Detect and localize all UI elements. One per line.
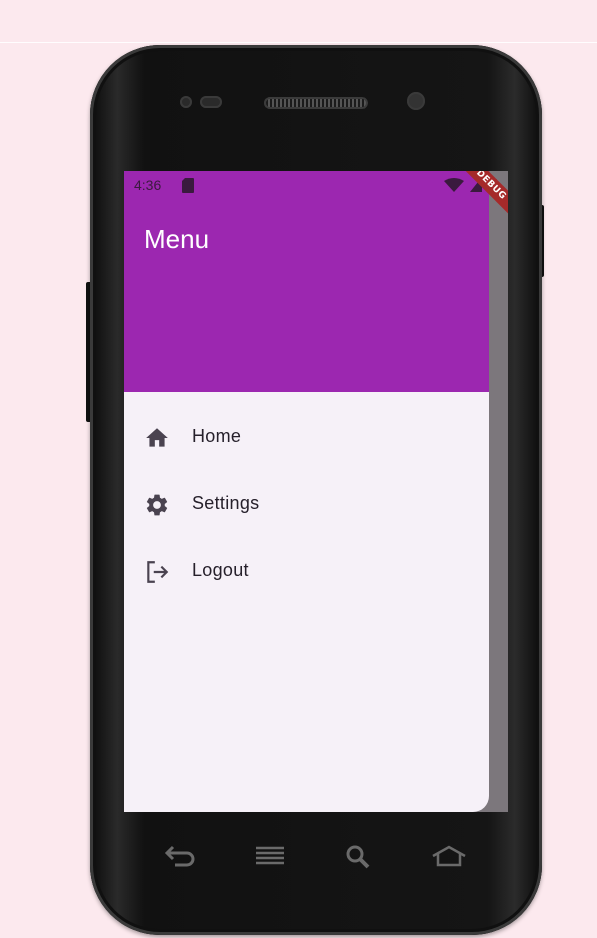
phone-screen: 4:36 DEBUG Menu Home Settings Logout [124,171,508,812]
drawer-item-label: Logout [192,560,249,580]
gear-icon [146,494,168,516]
drawer-menu: Home Settings Logout [124,404,489,605]
drawer-item-settings[interactable]: Settings [124,471,489,538]
logout-icon [147,561,169,583]
menu-icon[interactable] [254,845,286,867]
proximity-sensor [200,96,222,108]
drawer-item-home[interactable]: Home [124,404,489,471]
top-divider [0,42,597,43]
earpiece-speaker [264,97,368,109]
front-sensor [180,96,192,108]
back-icon[interactable] [165,845,195,867]
drawer-item-label: Settings [192,493,260,513]
wifi-icon [444,178,464,192]
home-icon [146,428,168,447]
front-camera [407,92,425,110]
drawer-title: Menu [144,224,210,254]
sd-card-icon [182,178,194,193]
navigation-drawer: Menu Home Settings Logout [124,171,489,812]
status-time: 4:36 [134,177,162,193]
status-bar: 4:36 [124,171,508,199]
drawer-item-label: Home [192,426,242,446]
search-icon[interactable] [345,845,373,869]
home-nav-icon[interactable] [431,845,467,867]
drawer-header: Menu [124,171,489,392]
drawer-item-logout[interactable]: Logout [124,538,489,605]
